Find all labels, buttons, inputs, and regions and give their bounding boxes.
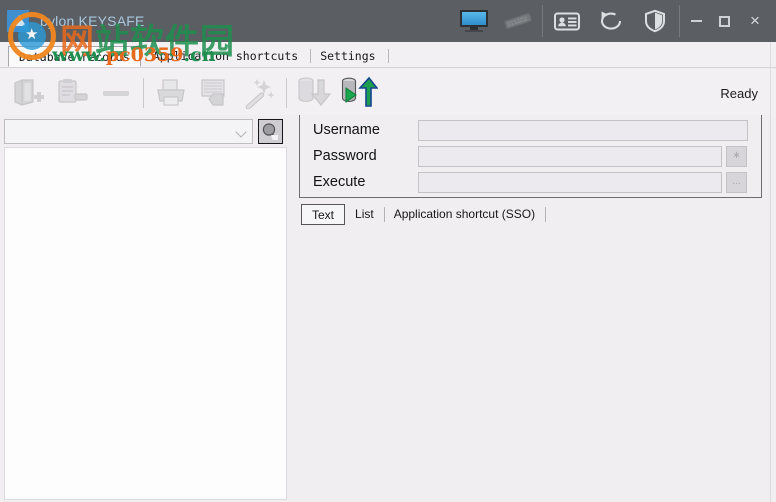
username-input[interactable]	[418, 119, 748, 141]
subtab-application-shortcut-sso[interactable]: Application shortcut (SSO)	[384, 204, 547, 225]
window-title: bylon KEYSAFE	[40, 13, 145, 29]
keyboard-icon[interactable]	[496, 0, 540, 42]
find-button[interactable]	[258, 118, 283, 144]
execute-input[interactable]	[418, 171, 722, 193]
wizard-button[interactable]	[237, 71, 281, 115]
password-label: Password	[313, 148, 377, 164]
username-row: Username	[300, 117, 763, 143]
toolbar-divider-1	[143, 78, 144, 108]
subtab-divider-2	[545, 206, 547, 222]
records-sidebar	[0, 115, 289, 502]
monitor-icon[interactable]	[452, 0, 496, 42]
credentials-group: Username Password ∗ Execute ...	[299, 115, 762, 198]
details-pane: Username Password ∗ Execute ... Text Lis…	[289, 115, 770, 502]
titlebar-icon-group-left	[452, 0, 540, 42]
tab-application-shortcuts-label: Application shortcuts	[152, 49, 299, 63]
password-input[interactable]	[418, 145, 722, 167]
shield-icon[interactable]	[633, 0, 677, 42]
tab-settings-label: Settings	[320, 49, 376, 63]
subtab-list-label: List	[355, 206, 374, 221]
subtab-text[interactable]: Text	[301, 203, 346, 225]
search-row	[4, 117, 287, 145]
id-card-icon[interactable]	[545, 0, 589, 42]
search-input[interactable]	[9, 120, 244, 142]
main-tab-bar: Database records Application shortcuts S…	[0, 42, 776, 68]
delete-record-button[interactable]	[94, 71, 138, 115]
execute-label: Execute	[313, 174, 366, 190]
app-logo-icon	[4, 6, 34, 36]
titlebar-divider-2	[679, 5, 680, 37]
save-button[interactable]	[193, 71, 237, 115]
import-button[interactable]	[292, 71, 336, 115]
tab-application-shortcuts[interactable]: Application shortcuts	[143, 46, 312, 67]
minimize-button[interactable]	[682, 0, 710, 42]
execute-browse-button[interactable]: ...	[726, 171, 747, 193]
edit-record-button[interactable]	[50, 71, 94, 115]
records-list[interactable]	[4, 147, 287, 500]
toolbar-divider-2	[286, 78, 287, 108]
detail-tab-bar: Text List Application shortcut (SSO)	[301, 203, 547, 225]
password-row: Password ∗	[300, 143, 763, 169]
subtab-sso-label: Application shortcut (SSO)	[393, 206, 536, 221]
username-label: Username	[313, 122, 380, 138]
search-combobox[interactable]	[4, 118, 253, 144]
password-reveal-button[interactable]: ∗	[726, 145, 747, 167]
print-button[interactable]	[149, 71, 193, 115]
titlebar-divider-1	[542, 5, 543, 37]
title-bar: bylon KEYSAFE ×	[0, 0, 776, 42]
application-window: bylon KEYSAFE × Database records Applica…	[0, 0, 776, 502]
right-edge-divider	[770, 42, 771, 502]
tab-settings[interactable]: Settings	[310, 46, 389, 67]
titlebar-icon-group-right	[545, 0, 677, 42]
refresh-icon[interactable]	[589, 0, 633, 42]
maximize-button[interactable]	[710, 0, 738, 42]
add-record-button[interactable]	[6, 71, 50, 115]
icon-toolbar: Ready	[0, 69, 776, 117]
subtab-list[interactable]: List	[345, 204, 385, 225]
export-button[interactable]	[336, 71, 380, 115]
tab-database-records[interactable]: Database records	[8, 46, 141, 67]
close-button[interactable]: ×	[738, 0, 772, 42]
execute-row: Execute ...	[300, 169, 763, 195]
status-text: Ready	[720, 85, 758, 101]
tab-divider-2	[387, 49, 389, 63]
